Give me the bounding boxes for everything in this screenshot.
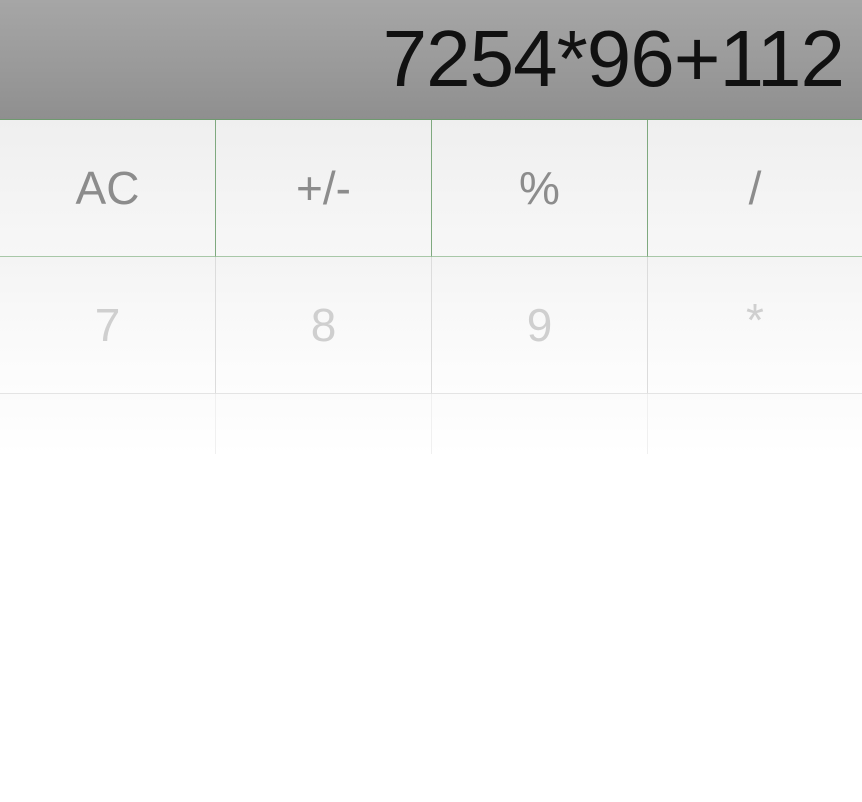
key-faded: [431, 394, 647, 454]
key-faded: [0, 394, 215, 454]
key-percent[interactable]: %: [431, 120, 647, 257]
key-label: AC: [75, 162, 140, 214]
key-label: /: [748, 162, 762, 214]
key-label: %: [519, 162, 560, 214]
key-toggle-sign[interactable]: +/-: [215, 120, 431, 257]
display-expression: 7254*96+112: [382, 14, 845, 103]
keypad-row-2: 7 8 9 *: [0, 257, 862, 394]
key-divide[interactable]: /: [647, 120, 862, 257]
keypad: AC +/- % / 7 8 9 *: [0, 120, 862, 802]
key-multiply[interactable]: *: [647, 257, 862, 394]
key-all-clear[interactable]: AC: [0, 120, 215, 257]
keypad-row-3-faded: [0, 394, 862, 454]
key-7[interactable]: 7: [0, 257, 215, 394]
keypad-row-1: AC +/- % /: [0, 120, 862, 257]
key-8[interactable]: 8: [215, 257, 431, 394]
display: 7254*96+112: [0, 0, 862, 120]
key-label: +/-: [296, 162, 351, 214]
key-label: 9: [526, 299, 553, 351]
key-faded: [215, 394, 431, 454]
key-faded: [647, 394, 862, 454]
calculator: 7254*96+112 AC +/- % / 7 8 9 *: [0, 0, 862, 802]
key-label: 7: [94, 299, 121, 351]
key-label: 8: [310, 299, 337, 351]
key-label: *: [746, 294, 764, 346]
key-9[interactable]: 9: [431, 257, 647, 394]
